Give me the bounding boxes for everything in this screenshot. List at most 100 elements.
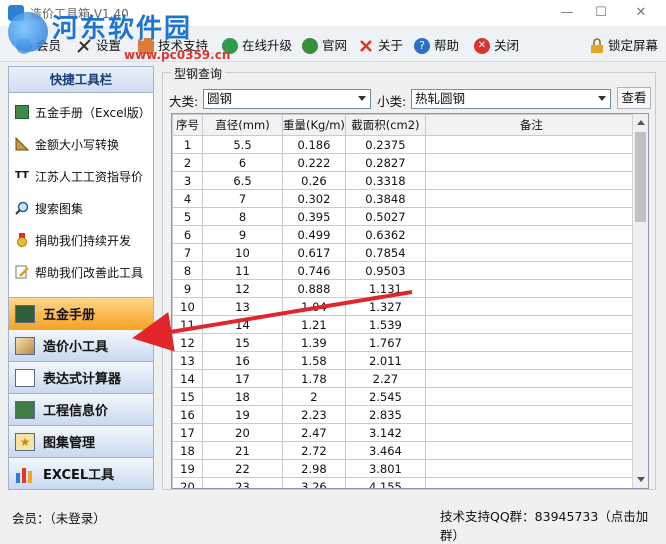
table-row[interactable]: 17 20 2.47 3.142 — [172, 423, 638, 442]
sidebar-tool-donate[interactable]: 捐助我们持续开发 — [15, 229, 131, 251]
table-row[interactable]: 8 11 0.746 0.9503 — [172, 261, 638, 280]
view-button[interactable]: 查看 — [617, 87, 651, 109]
support-icon — [138, 38, 154, 54]
table-cell: 14 — [202, 315, 283, 334]
table-row[interactable]: 4 7 0.302 0.3848 — [172, 189, 638, 208]
table-row[interactable]: 14 17 1.78 2.27 — [172, 369, 638, 388]
chevron-down-icon — [598, 96, 606, 101]
table-row[interactable]: 5 8 0.395 0.5027 — [172, 207, 638, 226]
column-header[interactable]: 重量(Kg/m) — [282, 114, 346, 136]
table-cell — [424, 135, 638, 154]
table-row[interactable]: 10 13 1.04 1.327 — [172, 297, 638, 316]
table-row[interactable]: 6 9 0.499 0.6362 — [172, 225, 638, 244]
table-row[interactable]: 19 22 2.98 3.801 — [172, 459, 638, 478]
table-cell: 0.3848 — [344, 189, 426, 208]
toolbar-upgrade-label: 在线升级 — [242, 38, 293, 53]
table-row[interactable]: 2 6 0.222 0.2827 — [172, 153, 638, 172]
table-row[interactable]: 18 21 2.72 3.464 — [172, 441, 638, 460]
column-header[interactable]: 备注 — [424, 114, 638, 136]
toolbar-member-button[interactable]: 会员 — [16, 36, 61, 56]
minor-category-select[interactable]: 热轧圆钢 — [411, 89, 611, 109]
table-cell: 1.539 — [344, 315, 426, 334]
member-icon — [16, 38, 32, 54]
support-qq-link[interactable]: 技术支持QQ群：83945733（点击加群） — [440, 506, 666, 544]
nav-expression-calculator[interactable]: 表达式计算器 — [9, 361, 153, 393]
table-cell: 0.9503 — [344, 261, 426, 280]
toolbar-help-button[interactable]: ? 帮助 — [414, 36, 459, 56]
toolbar-website-button[interactable]: 官网 — [302, 36, 347, 56]
nav-atlas-management[interactable]: ★ 图集管理 — [9, 425, 153, 457]
table-cell: 3 — [172, 171, 203, 190]
sidebar-tool-hardware-excel[interactable]: 五金手册（Excel版） — [15, 101, 151, 123]
table-cell — [424, 333, 638, 352]
table-row[interactable]: 7 10 0.617 0.7854 — [172, 243, 638, 262]
table-cell: 2 — [282, 387, 346, 406]
star-folder-icon: ★ — [15, 432, 35, 451]
table-row[interactable]: 12 15 1.39 1.767 — [172, 333, 638, 352]
table-row[interactable]: 9 12 0.888 1.131 — [172, 279, 638, 298]
maximize-button[interactable]: ☐ — [586, 2, 616, 24]
table-row[interactable]: 1 5.5 0.186 0.2375 — [172, 135, 638, 154]
toolbar-upgrade-button[interactable]: 在线升级 — [222, 36, 292, 56]
nav-excel-tools[interactable]: EXCEL工具 — [9, 457, 153, 489]
table-cell: 1.21 — [282, 315, 346, 334]
major-category-label: 大类: — [169, 94, 199, 109]
table-cell: 14 — [172, 369, 203, 388]
column-header[interactable]: 序号 — [172, 114, 203, 136]
table-cell — [424, 225, 638, 244]
nav-label: 图集管理 — [43, 436, 96, 451]
column-header[interactable]: 直径(mm) — [202, 114, 283, 136]
sidebar-tool-label: 捐助我们持续开发 — [35, 233, 132, 248]
table-row[interactable]: 11 14 1.21 1.539 — [172, 315, 638, 334]
table-cell: 7 — [172, 243, 203, 262]
table-header-row: 序号 直径(mm) 重量(Kg/m) 截面积(cm2) 备注 — [172, 114, 638, 136]
toolbar-settings-button[interactable]: 设置 — [76, 36, 121, 56]
scroll-up-icon[interactable] — [637, 120, 645, 125]
table-cell — [424, 189, 638, 208]
steel-data-grid[interactable]: 序号 直径(mm) 重量(Kg/m) 截面积(cm2) 备注 1 5.5 0.186 0.23… — [171, 113, 649, 489]
nav-hardware-manual[interactable]: 五金手册 — [9, 297, 153, 329]
vertical-scrollbar[interactable] — [632, 114, 648, 488]
table-cell: 0.5027 — [344, 207, 426, 226]
sidebar-tool-label: 搜索图集 — [35, 201, 84, 216]
lock-icon — [591, 38, 603, 53]
table-row[interactable]: 13 16 1.58 2.011 — [172, 351, 638, 370]
major-category-select[interactable]: 圆钢 — [203, 89, 371, 109]
sidebar-tool-amount-convert[interactable]: 金额大小写转换 — [15, 133, 119, 155]
table-cell: 2.72 — [282, 441, 346, 460]
table-row[interactable]: 20 23 3.26 4.155 — [172, 477, 638, 488]
toolbar-close-button[interactable]: ✕ 关闭 — [474, 36, 519, 56]
table-cell: 10 — [172, 297, 203, 316]
blackboard-icon — [15, 304, 35, 323]
toolbar-about-button[interactable]: 关于 — [358, 36, 403, 56]
edit-pencil-icon — [15, 265, 29, 279]
toolbar-settings-label: 设置 — [96, 38, 122, 53]
table-cell: 0.499 — [282, 225, 346, 244]
scroll-down-icon[interactable] — [637, 477, 645, 482]
table-cell: 12 — [202, 279, 283, 298]
table-cell: 6 — [202, 153, 283, 172]
table-row[interactable]: 16 19 2.23 2.835 — [172, 405, 638, 424]
group-title: 型钢查询 — [171, 65, 226, 82]
scroll-thumb[interactable] — [635, 132, 646, 222]
table-cell: 11 — [202, 261, 283, 280]
main-panel: 型钢查询 大类: 圆钢 小类: 热轧圆钢 查看 序号 直径(mm) 重量(Kg/m)… — [160, 65, 658, 490]
table-cell: 1.04 — [282, 297, 346, 316]
nav-project-price[interactable]: 工程信息价 — [9, 393, 153, 425]
table-row[interactable]: 15 18 2 2.545 — [172, 387, 638, 406]
toolbar-support-button[interactable]: 技术支持 — [138, 36, 208, 56]
nav-cost-tools[interactable]: 造价小工具 — [9, 329, 153, 361]
toolbar-lock-button[interactable]: 锁定屏幕 — [590, 36, 658, 56]
column-header[interactable]: 截面积(cm2) — [344, 114, 426, 136]
sidebar-tool-search-atlas[interactable]: 搜索图集 — [15, 197, 83, 219]
sidebar-tool-feedback[interactable]: 帮助我们改善此工具 — [15, 261, 143, 283]
table-cell: 21 — [202, 441, 283, 460]
sidebar-tool-jiangsu-wage[interactable]: TT 江苏人工工资指导价 — [15, 165, 143, 187]
minimize-button[interactable]: — — [552, 2, 582, 24]
table-cell — [424, 423, 638, 442]
toolbar-website-label: 官网 — [322, 38, 348, 53]
close-window-button[interactable]: ✕ — [626, 2, 656, 24]
table-row[interactable]: 3 6.5 0.26 0.3318 — [172, 171, 638, 190]
sidebar-tool-label: 五金手册（Excel版） — [35, 105, 151, 120]
table-cell: 0.2375 — [344, 135, 426, 154]
